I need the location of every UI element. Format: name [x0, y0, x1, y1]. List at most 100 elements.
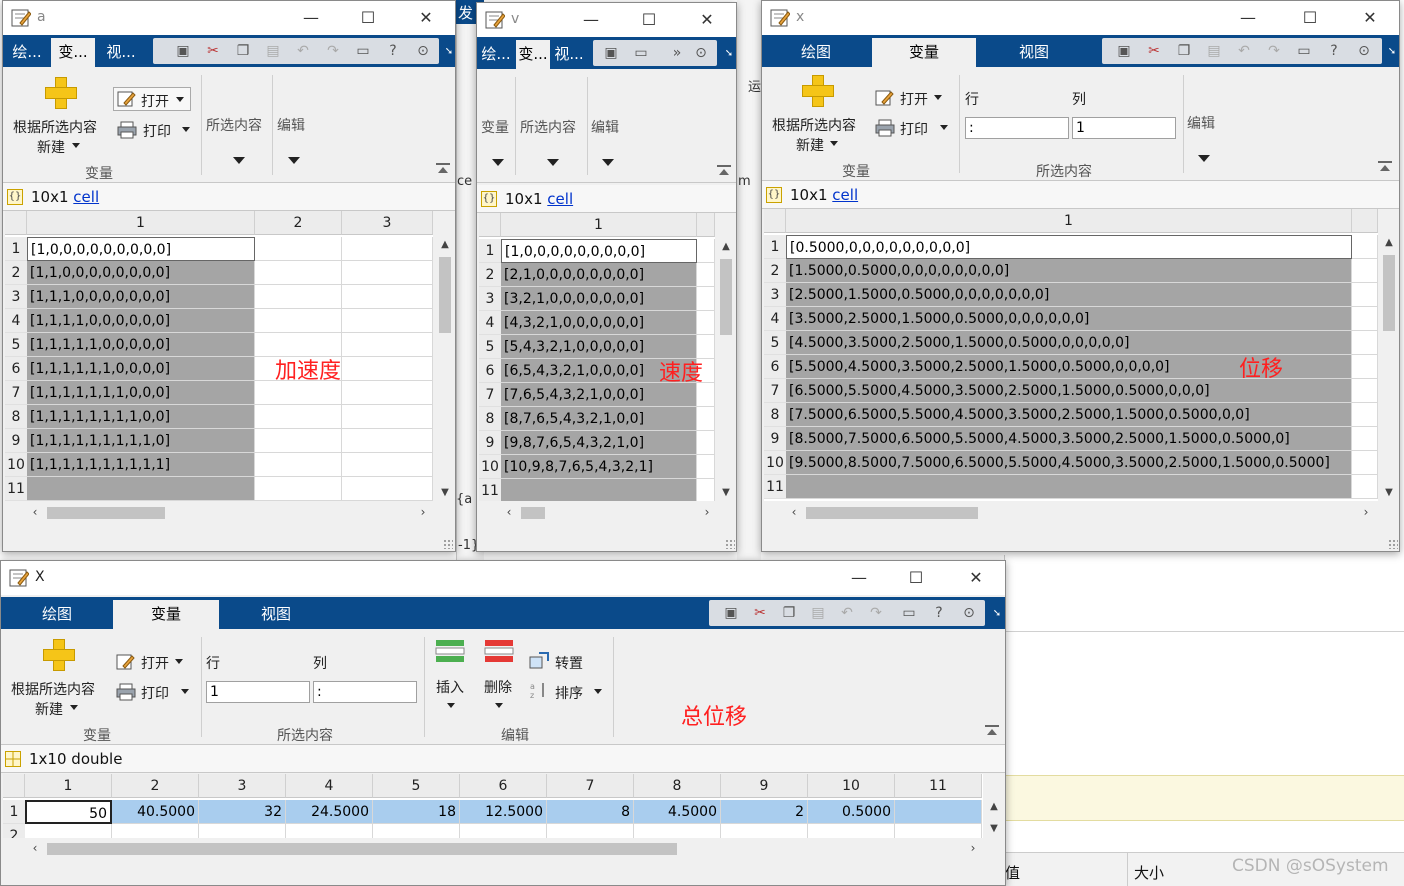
- table-cell[interactable]: [342, 405, 433, 429]
- close-icon[interactable]: ✕: [1348, 5, 1392, 31]
- table-cell[interactable]: [255, 405, 342, 429]
- table-cell[interactable]: [1,1,1,1,1,0,0,0,0,0]: [27, 333, 255, 357]
- column-header[interactable]: [764, 209, 786, 233]
- redo-icon[interactable]: ↷: [866, 604, 886, 622]
- col-selection-input[interactable]: :: [313, 681, 417, 703]
- table-cell[interactable]: 50: [25, 800, 112, 824]
- table-cell[interactable]: 0.5000: [808, 800, 895, 824]
- table-cell[interactable]: [786, 475, 1352, 499]
- table-cell[interactable]: [8,7,6,5,4,3,2,1,0,0]: [501, 407, 697, 431]
- table-cell[interactable]: [697, 455, 715, 479]
- cut-icon[interactable]: ✂: [1144, 42, 1164, 60]
- maximize-icon[interactable]: ☐: [627, 7, 671, 33]
- plus-icon[interactable]: [802, 75, 834, 107]
- scroll-right-icon[interactable]: ›: [1358, 503, 1374, 521]
- table-cell[interactable]: [1352, 235, 1378, 259]
- table-cell[interactable]: [342, 381, 433, 405]
- table-cell[interactable]: [3.5000,2.5000,1.5000,0.5000,0,0,0,0,0,0…: [786, 307, 1352, 331]
- expand-icon[interactable]: ➘: [439, 43, 455, 61]
- row-header[interactable]: 1: [3, 800, 25, 824]
- chevron-down-icon[interactable]: [233, 157, 245, 164]
- row-header[interactable]: 5: [479, 335, 501, 359]
- table-cell[interactable]: [697, 287, 715, 311]
- horizontal-scrollbar[interactable]: ‹ ›: [25, 503, 433, 521]
- minimize-icon[interactable]: —: [1226, 5, 1270, 31]
- table-cell[interactable]: [9.5000,8.5000,7.5000,6.5000,5.5000,4.50…: [786, 451, 1352, 475]
- row-header[interactable]: 7: [5, 381, 27, 405]
- table-cell[interactable]: [255, 237, 342, 261]
- row-selection-input[interactable]: :: [965, 117, 1069, 139]
- chevron-down-icon[interactable]: [175, 659, 183, 664]
- scroll-up-icon[interactable]: ▲: [1380, 235, 1398, 251]
- collapse-ribbon-icon[interactable]: [985, 725, 999, 735]
- table-cell[interactable]: [342, 453, 433, 477]
- collapse-ribbon-icon[interactable]: [436, 163, 450, 173]
- edit-label[interactable]: 编辑: [277, 115, 305, 135]
- row-header[interactable]: 9: [479, 431, 501, 455]
- table-cell[interactable]: [27, 477, 255, 501]
- scroll-up-icon[interactable]: ▲: [436, 237, 454, 253]
- expand-icon[interactable]: ➘: [987, 605, 1005, 623]
- chevron-down-icon[interactable]: [940, 125, 948, 130]
- options-icon[interactable]: ⊙: [959, 604, 979, 622]
- table-cell[interactable]: 4.5000: [634, 800, 721, 824]
- redo-icon[interactable]: ↷: [1264, 42, 1284, 60]
- row-header[interactable]: 5: [5, 333, 27, 357]
- column-header[interactable]: 7: [547, 774, 634, 798]
- edit-label[interactable]: 编辑: [1187, 113, 1215, 133]
- table-cell[interactable]: [342, 309, 433, 333]
- row-header[interactable]: 11: [5, 477, 27, 501]
- column-header[interactable]: 3: [199, 774, 286, 798]
- scroll-right-icon[interactable]: ›: [699, 503, 715, 521]
- open-label[interactable]: 打开: [900, 89, 928, 109]
- new-label[interactable]: 新建: [35, 699, 63, 719]
- table-cell[interactable]: [895, 824, 982, 838]
- chevron-down-icon[interactable]: [72, 143, 80, 148]
- paste-icon[interactable]: ▤: [1204, 42, 1224, 60]
- row-header[interactable]: 2: [5, 261, 27, 285]
- column-header[interactable]: 10: [808, 774, 895, 798]
- table-cell[interactable]: 12.5000: [460, 800, 547, 824]
- transpose-label[interactable]: 转置: [555, 653, 583, 673]
- horizontal-scrollbar[interactable]: ‹ ›: [784, 503, 1376, 521]
- column-header[interactable]: 1: [25, 774, 112, 798]
- table-cell[interactable]: [112, 824, 199, 838]
- tab-plots[interactable]: 绘图: [766, 38, 866, 67]
- tab-plots[interactable]: 绘...: [5, 38, 49, 67]
- options-icon[interactable]: ⊙: [413, 42, 433, 60]
- table-cell[interactable]: [895, 800, 982, 824]
- maximize-icon[interactable]: ☐: [1288, 5, 1332, 31]
- table-cell[interactable]: [373, 824, 460, 838]
- table-cell[interactable]: [342, 429, 433, 453]
- table-cell[interactable]: [697, 407, 715, 431]
- scroll-right-icon[interactable]: ›: [415, 503, 431, 521]
- tab-variable[interactable]: 变...: [51, 38, 95, 67]
- table-cell[interactable]: [1352, 379, 1378, 403]
- cut-icon[interactable]: ✂: [750, 604, 770, 622]
- table-cell[interactable]: [255, 285, 342, 309]
- table-cell[interactable]: [255, 429, 342, 453]
- row-header[interactable]: 8: [479, 407, 501, 431]
- vertical-scrollbar[interactable]: ▲ ▼: [985, 799, 1003, 837]
- minimize-icon[interactable]: —: [289, 5, 333, 31]
- table-cell[interactable]: [1352, 427, 1378, 451]
- column-header[interactable]: [479, 213, 501, 237]
- variable-grid[interactable]: 1 2 3 1 [1,0,0,0,0,0,0,0,0,0] 2 [1,1,0,0,0,…: [5, 211, 433, 501]
- scroll-down-icon[interactable]: ▼: [985, 821, 1003, 837]
- variable-type-link[interactable]: cell: [73, 188, 99, 206]
- save-icon[interactable]: ▣: [173, 42, 193, 60]
- new-from-selection-label[interactable]: 根据所选内容: [772, 115, 856, 135]
- help-icon[interactable]: ?: [383, 42, 403, 60]
- table-cell[interactable]: [1352, 475, 1378, 499]
- chevron-down-icon[interactable]: [176, 97, 184, 102]
- open-label[interactable]: 打开: [141, 91, 169, 111]
- scroll-left-icon[interactable]: ‹: [27, 503, 43, 521]
- column-header[interactable]: 8: [634, 774, 721, 798]
- table-cell[interactable]: [1,0,0,0,0,0,0,0,0,0]: [27, 237, 255, 261]
- table-cell[interactable]: [25, 824, 112, 838]
- maximize-icon[interactable]: ☐: [346, 5, 390, 31]
- table-cell[interactable]: [4,3,2,1,0,0,0,0,0,0]: [501, 311, 697, 335]
- table-cell[interactable]: [342, 477, 433, 501]
- table-cell[interactable]: [1,1,1,1,0,0,0,0,0,0]: [27, 309, 255, 333]
- table-cell[interactable]: [1,1,0,0,0,0,0,0,0,0]: [27, 261, 255, 285]
